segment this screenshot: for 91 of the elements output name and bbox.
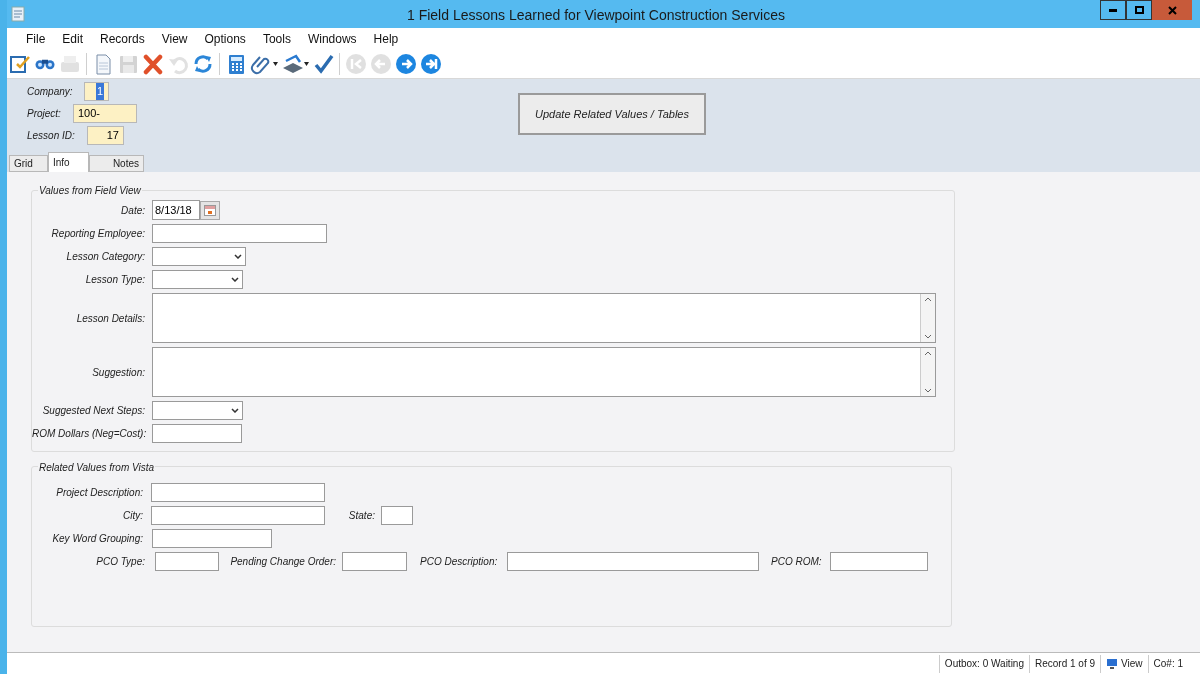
scrollbar[interactable]	[920, 348, 935, 396]
input-field[interactable]	[151, 483, 325, 502]
spell-check-button[interactable]	[312, 52, 334, 76]
field-label: Project Description:	[55, 486, 143, 500]
field-label: Lesson Category:	[65, 250, 145, 264]
menu-item[interactable]: Edit	[55, 30, 91, 48]
binoculars-icon	[34, 58, 56, 70]
status-text: Outbox: 0 Waiting	[944, 657, 1024, 671]
window-title: 1 Field Lessons Learned for Viewpoint Construction Services	[407, 6, 785, 25]
menu-item[interactable]: Records	[93, 30, 152, 48]
menu-item[interactable]: File	[19, 30, 53, 48]
chevron-down-icon	[234, 254, 242, 259]
field-label: Pending Change Order:	[229, 555, 336, 569]
field-label: City:	[122, 509, 143, 523]
chevron-down-icon	[231, 408, 239, 413]
delete-icon	[142, 53, 164, 75]
scroll-up-icon[interactable]	[924, 297, 932, 302]
dropdown[interactable]	[152, 247, 246, 266]
status-text: View	[1121, 657, 1143, 671]
input-field[interactable]: 1	[84, 82, 109, 101]
field-label: ROM Dollars (Neg=Cost):	[32, 427, 145, 441]
menu-item[interactable]: View	[154, 30, 195, 48]
minimize-button[interactable]	[1100, 0, 1126, 20]
menu-item[interactable]: Help	[366, 30, 406, 48]
status-text: Co#: 1	[1153, 657, 1183, 671]
chevron-down-icon	[231, 277, 239, 282]
menu-item[interactable]: Tools	[255, 30, 298, 48]
status-text: Record 1 of 9	[1035, 657, 1096, 671]
scanner-button[interactable]	[281, 52, 309, 76]
field-label: Reporting Employee:	[50, 227, 145, 241]
input-field[interactable]	[155, 552, 219, 571]
field-label: PCO Type:	[95, 555, 145, 569]
field-label: Company:	[27, 85, 74, 99]
next-record-icon	[395, 53, 417, 75]
monitor-icon	[1106, 657, 1119, 670]
scroll-up-icon[interactable]	[924, 351, 932, 356]
maximize-button[interactable]	[1126, 0, 1152, 20]
caret-icon	[304, 62, 309, 66]
calendar-button[interactable]	[200, 200, 220, 220]
field-label: Key Word Grouping:	[51, 532, 143, 546]
input-field[interactable]	[152, 224, 327, 243]
field-label: Suggested Next Steps:	[41, 404, 145, 418]
date-field[interactable]: 8/13/18	[152, 200, 200, 220]
text-area[interactable]	[152, 347, 936, 397]
field-label: Lesson ID:	[27, 129, 76, 143]
first-record-icon	[345, 53, 367, 75]
tab[interactable]: Info	[48, 152, 89, 172]
input-field[interactable]	[342, 552, 407, 571]
menu-item[interactable]: Options	[197, 30, 253, 48]
last-record-button[interactable]	[420, 52, 442, 76]
next-record-button[interactable]	[395, 52, 417, 76]
input-field[interactable]	[152, 424, 242, 443]
close-icon	[1167, 5, 1177, 15]
field-label: Lesson Type:	[84, 273, 145, 287]
refresh-button[interactable]	[192, 52, 214, 76]
field-label: Lesson Details:	[75, 311, 145, 326]
input-field[interactable]: 17	[87, 126, 124, 145]
update-related-values-button[interactable]: Update Related Values / Tables	[518, 93, 706, 135]
field-label: Suggestion:	[91, 365, 145, 380]
field-label: Date:	[120, 203, 145, 218]
dropdown[interactable]	[152, 401, 243, 420]
input-field[interactable]	[507, 552, 759, 571]
input-field[interactable]	[381, 506, 413, 525]
tab[interactable]: Notes	[89, 155, 144, 172]
delete-button[interactable]	[142, 52, 164, 76]
text-area[interactable]	[152, 293, 936, 343]
input-field[interactable]	[152, 529, 272, 548]
spell-check-icon	[312, 53, 334, 75]
scroll-down-icon[interactable]	[924, 334, 932, 339]
input-field[interactable]	[830, 552, 928, 571]
input-field[interactable]	[151, 506, 325, 525]
dropdown[interactable]	[152, 270, 243, 289]
caret-icon	[273, 62, 278, 66]
calendar-icon	[204, 204, 216, 216]
maximize-icon	[1134, 6, 1144, 14]
printer-icon	[59, 53, 81, 75]
minimize-icon	[1109, 8, 1117, 12]
scroll-down-icon[interactable]	[924, 388, 932, 393]
scanner-icon	[281, 53, 303, 75]
input-field[interactable]: 100-	[73, 104, 137, 123]
menu-item[interactable]: Windows	[300, 30, 364, 48]
last-record-icon	[420, 53, 442, 75]
close-button[interactable]	[1152, 0, 1192, 20]
previous-record-icon	[370, 53, 392, 75]
tab[interactable]: Grid	[9, 155, 48, 172]
refresh-icon	[192, 53, 214, 75]
app-icon	[11, 6, 25, 22]
field-label: State:	[347, 509, 375, 523]
scrollbar[interactable]	[920, 294, 935, 342]
field-label: PCO Description:	[420, 555, 496, 569]
field-label: PCO ROM:	[771, 555, 819, 569]
